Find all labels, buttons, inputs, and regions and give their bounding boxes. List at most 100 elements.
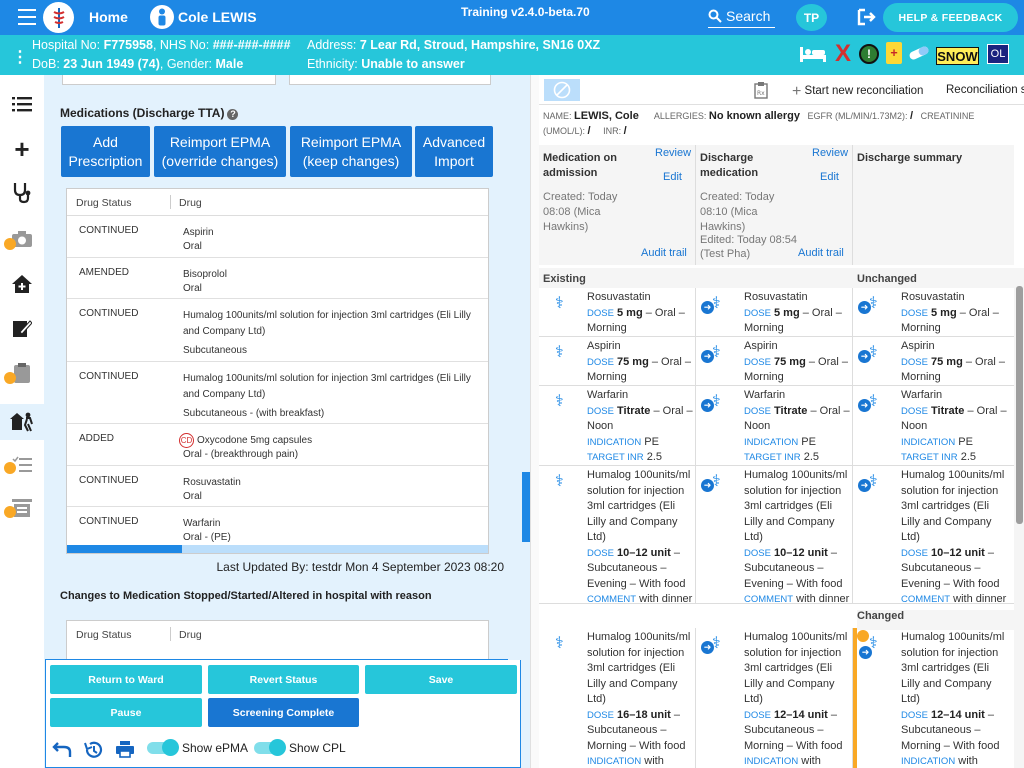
med-cell[interactable]: ➜ ⚕ Warfarin DOSE Titrate – Oral – Noon IND… [696,386,853,466]
controlled-drug-icon: CD [179,433,194,448]
discharge-icon[interactable] [0,404,44,440]
table-row[interactable]: CONTINUED Aspirin Oral [67,216,488,258]
medical-card-icon[interactable]: + [886,42,902,64]
pill-toggle-icon[interactable] [544,79,580,101]
pill-icon: ⚕ [869,295,878,312]
document-icon[interactable]: Rx [753,81,769,102]
more-vert-icon[interactable]: ⋮ [12,47,28,67]
search-button[interactable]: Search [708,4,775,28]
med-cell-changed[interactable]: ➜ ⚕ Humalog 100units/ml solution for inje… [853,628,1014,768]
changed-badge-icon [857,630,869,642]
top-field-right[interactable] [289,75,491,85]
advanced-import-button[interactable]: Advanced Import [415,126,493,177]
med-cell[interactable]: ➜ ⚕ Rosuvastatin DOSE 5 mg – Oral – Mornin… [696,288,853,337]
right-scrollbar[interactable] [1014,268,1024,768]
pill-badge-icon[interactable] [907,44,931,62]
edit-link[interactable]: Edit [663,171,682,183]
reimport-override-button[interactable]: Reimport EPMA (override changes) [154,126,286,177]
med-cell[interactable]: ➜ ⚕ Humalog 100units/ml solution for inje… [696,466,853,605]
bed-icon[interactable] [799,44,827,64]
lock-icon [4,238,16,250]
list-icon[interactable] [9,91,35,117]
lock-icon [4,462,16,474]
revert-status-button[interactable]: Revert Status [208,665,359,694]
review-link[interactable]: Review [655,147,691,159]
user-avatar[interactable]: TP [796,4,827,31]
pill-icon: ⚕ [869,393,878,410]
add-icon[interactable]: + [9,134,35,164]
pill-icon: ⚕ [555,393,564,410]
start-reconciliation-button[interactable]: + Start new reconciliation [792,83,923,101]
hospital-number-line: Hospital No: F775958, NHS No: ###-###-##… [32,38,291,52]
med-cell[interactable]: ➜ ⚕ Humalog 100units/ml solution for inje… [853,466,1014,605]
action-bar: Return to Ward Revert Status Save Pause … [45,659,521,768]
splitter-handle[interactable] [530,75,539,768]
show-cpl-toggle[interactable] [254,739,286,756]
top-field-left[interactable] [62,75,276,85]
table-row[interactable]: AMENDED Bisoprolol Oral [67,258,488,299]
changes-table: Drug Status Drug [66,620,489,660]
col-drug-status[interactable]: Drug Status [76,629,131,641]
print-icon[interactable] [115,740,135,763]
left-scrollbar[interactable] [508,75,522,660]
stethoscope-icon[interactable] [9,180,35,206]
col-drug-status[interactable]: Drug Status [76,197,131,209]
changes-title: Changes to Medication Stopped/Started/Al… [60,590,432,602]
discharge-column-header: Discharge medication Review Edit Created… [696,145,853,265]
med-cell[interactable]: ⚕ Warfarin DOSE Titrate – Oral – Noon INDI… [539,386,696,466]
panel-splitter[interactable] [522,75,530,768]
logout-icon[interactable] [856,7,878,27]
warning-badge-icon[interactable]: ! [859,44,879,64]
med-cell[interactable]: ➜ ⚕ Rosuvastatin DOSE 5 mg – Oral – Mornin… [853,288,1014,337]
changed-indicator [853,628,857,768]
pill-icon: ⚕ [555,635,564,652]
audit-trail-link[interactable]: Audit trail [798,247,844,259]
alert-x-icon[interactable]: X [834,40,852,67]
med-cell[interactable]: ➜ ⚕ Aspirin DOSE 75 mg – Oral – Morning [853,337,1014,386]
med-cell[interactable]: ⚕ Aspirin DOSE 75 mg – Oral – Morning [539,337,696,386]
screening-complete-button[interactable]: Screening Complete [208,698,359,727]
review-link[interactable]: Review [812,147,848,159]
menu-icon[interactable] [18,9,36,25]
med-cell[interactable]: ⚕ Rosuvastatin DOSE 5 mg – Oral – Morning [539,288,696,337]
patient-name[interactable]: Cole LEWIS [178,9,257,25]
reconciliation-status[interactable]: Reconciliation st [946,84,1024,96]
return-to-ward-button[interactable]: Return to Ward [50,665,202,694]
pill-icon: ⚕ [712,295,721,312]
table-row[interactable]: CONTINUED Humalog 100units/ml solution f… [67,362,488,424]
address-line: Address: 7 Lear Rd, Stroud, Hampshire, S… [307,38,601,52]
show-epma-toggle[interactable] [147,739,179,756]
med-cell[interactable]: ⚕ Humalog 100units/ml solution for injec… [539,628,696,768]
lock-icon [4,372,16,384]
home-plus-icon[interactable] [9,271,35,297]
undo-icon[interactable] [52,740,72,763]
table-row[interactable]: CONTINUED Rosuvastatin Oral [67,466,488,507]
table-row[interactable]: ADDED CD Oxycodone 5mg capsules Oral - (b… [67,424,488,466]
ol-badge[interactable]: OL [987,44,1009,64]
col-drug[interactable]: Drug [179,629,202,641]
med-cell[interactable]: ➜ ⚕ Aspirin DOSE 75 mg – Oral – Morning [696,337,853,386]
reimport-keep-button[interactable]: Reimport EPMA (keep changes) [290,126,412,177]
save-button[interactable]: Save [365,665,517,694]
col-drug[interactable]: Drug [179,197,202,209]
home-link[interactable]: Home [89,9,128,25]
edit-link[interactable]: Edit [820,171,839,183]
snow-badge[interactable]: SNOW [936,47,979,65]
pill-icon: ⚕ [712,473,721,490]
help-feedback-button[interactable]: HELP & FEEDBACK [883,3,1018,32]
med-cell[interactable]: ⚕ Humalog 100units/ml solution for injec… [539,466,696,605]
history-icon[interactable] [83,740,103,765]
pill-icon: ⚕ [869,635,878,652]
logo-icon[interactable] [43,2,74,33]
edit-document-icon[interactable] [9,315,35,341]
table-row[interactable]: CONTINUED Warfarin Oral - (PE) [67,507,488,547]
section-changed: Changed [539,605,1014,630]
help-icon[interactable]: ? [227,109,239,120]
horizontal-scrollbar[interactable] [67,545,488,553]
med-cell[interactable]: ➜ ⚕ Humalog 100units/ml solution for inje… [696,628,853,768]
add-prescription-button[interactable]: Add Prescription [61,126,150,177]
table-row[interactable]: CONTINUED Humalog 100units/ml solution f… [67,299,488,362]
med-cell[interactable]: ➜ ⚕ Warfarin DOSE Titrate – Oral – Noon IND… [853,386,1014,466]
pause-button[interactable]: Pause [50,698,202,727]
audit-trail-link[interactable]: Audit trail [641,247,687,259]
